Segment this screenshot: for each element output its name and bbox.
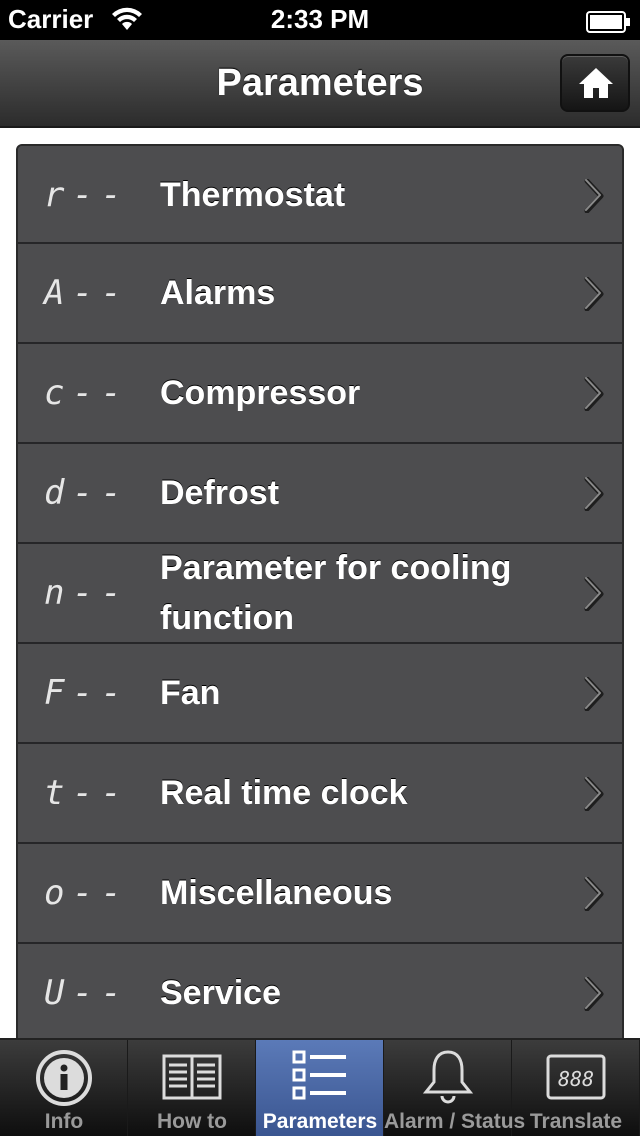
tab-label: Info <box>44 1110 84 1133</box>
parameter-code: d-- <box>44 473 130 513</box>
parameter-row[interactable]: d-- Defrost <box>18 444 622 544</box>
parameter-label: Miscellaneous <box>160 874 393 912</box>
parameter-code: n-- <box>44 573 130 613</box>
navigation-bar: Parameters <box>0 40 640 128</box>
parameter-row[interactable]: A-- Alarms <box>18 244 622 344</box>
parameter-row[interactable]: F-- Fan <box>18 644 622 744</box>
chevron-right-icon <box>584 178 604 218</box>
parameter-row[interactable]: o-- Miscellaneous <box>18 844 622 944</box>
parameter-label: Compressor <box>160 374 361 412</box>
parameter-label: Thermostat <box>160 176 346 214</box>
parameter-label: Defrost <box>160 474 280 512</box>
parameter-label: Real time clock <box>160 774 408 812</box>
tab-parameters[interactable]: Parameters <box>256 1040 384 1136</box>
parameter-code: r-- <box>44 175 130 215</box>
tab-label: Translate <box>529 1110 623 1133</box>
parameter-code: o-- <box>44 873 130 913</box>
parameter-label: Service <box>160 974 281 1012</box>
tab-translate[interactable]: 888 Translate <box>512 1040 640 1136</box>
chevron-right-icon <box>584 276 604 316</box>
parameter-label: Alarms <box>160 274 276 312</box>
parameter-row[interactable]: r-- Thermostat <box>18 146 622 244</box>
chevron-right-icon <box>584 676 604 716</box>
parameter-code: F-- <box>44 673 130 713</box>
chevron-right-icon <box>584 576 604 616</box>
parameter-code: c-- <box>44 373 130 413</box>
parameter-code: U-- <box>44 973 130 1013</box>
parameter-row[interactable]: c-- Compressor <box>18 344 622 444</box>
chevron-right-icon <box>584 476 604 516</box>
tab-label: Alarm / Status <box>384 1110 526 1133</box>
tab-label: How to <box>157 1110 227 1133</box>
chevron-right-icon <box>584 876 604 916</box>
parameter-code: t-- <box>44 773 130 813</box>
parameter-row[interactable]: n-- Parameter for cooling function <box>18 544 622 644</box>
tab-bar: Info How to Parameters Alarm / Status 888 Tra… <box>0 1038 640 1136</box>
home-icon <box>579 68 613 98</box>
status-bar: Carrier 2:33 PM <box>0 0 640 40</box>
parameter-row[interactable]: U-- Service <box>18 944 622 1038</box>
page-title: Parameters <box>216 62 424 104</box>
parameter-row[interactable]: t-- Real time clock <box>18 744 622 844</box>
parameter-list: r-- Thermostat A-- Alarms c-- Compressor d-- De… <box>16 144 624 1040</box>
chevron-right-icon <box>584 376 604 416</box>
tab-label: Parameters <box>262 1110 378 1133</box>
parameter-label: Fan <box>160 674 221 712</box>
home-button[interactable] <box>560 54 630 112</box>
parameter-label: Parameter for cooling function <box>160 549 512 637</box>
tab-how-to[interactable]: How to <box>128 1040 256 1136</box>
parameter-code: A-- <box>44 273 130 313</box>
tab-alarm-status[interactable]: Alarm / Status <box>384 1040 526 1136</box>
chevron-right-icon <box>584 776 604 816</box>
chevron-right-icon <box>584 976 604 1016</box>
battery-icon <box>586 9 632 40</box>
svg-text:888: 888 <box>558 1067 594 1091</box>
tab-info[interactable]: Info <box>0 1040 128 1136</box>
clock: 2:33 PM <box>270 4 370 34</box>
